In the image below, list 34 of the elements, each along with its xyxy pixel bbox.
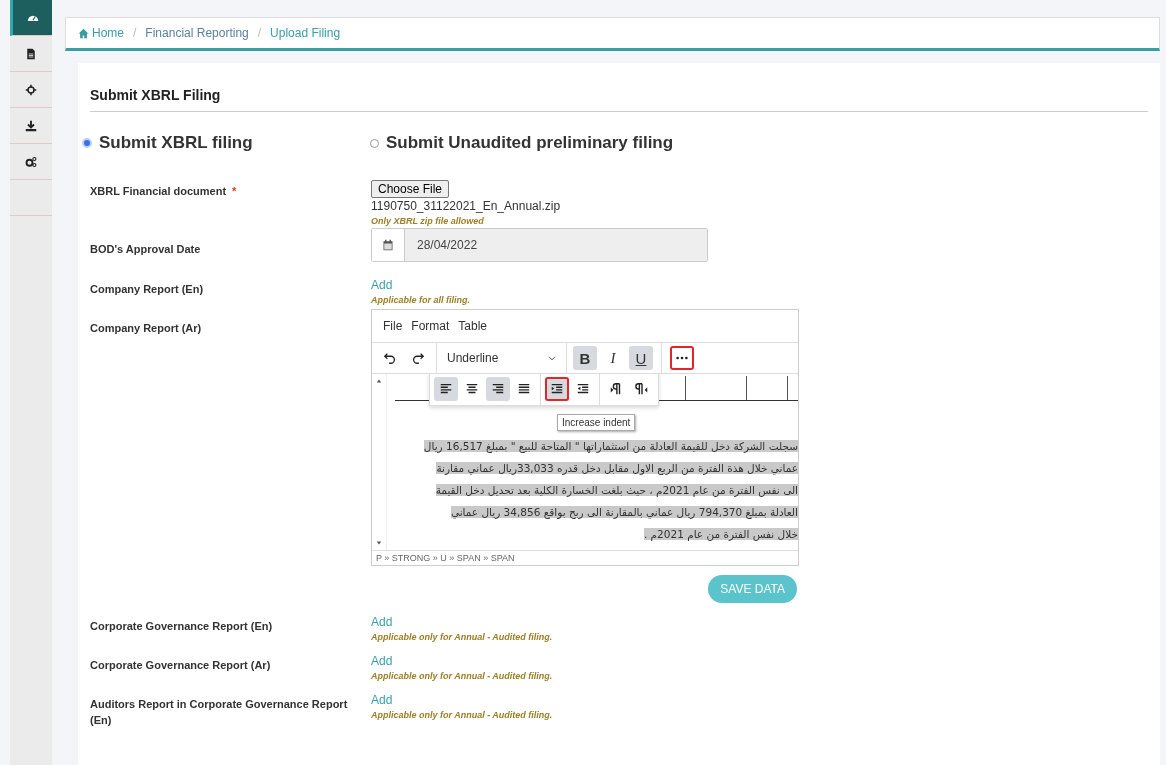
toolbar-button[interactable]: U	[629, 346, 653, 370]
required-mark: *	[232, 185, 237, 197]
editor-text: سجلت الشركة دخل للقيمة العادلة من استثماراتها " المتاحة للبيع " بمبلغ 16,517 ريال عماني خلال هذة الفترة من الربع الاول مقابل دخل قدره 33,033ريال عماني مقارنة الى نفس الفترة من عام 2021م ، حيث بلغت الخسارة الكلية بعد تحديل دخل القيمة العادلة بمبلغ 794,370 ريال عماني بالمقارنة الى ربح بواقع 34,856 ريال عماني خلال نفس الفترة من عام 2021م .	[422, 439, 798, 543]
field-label: BOD's Approval Date	[90, 243, 201, 255]
field-label: Auditors Report in Corporate Governance Report (En)	[90, 698, 348, 726]
breadcrumb-link[interactable]: Financial Reporting	[145, 26, 249, 40]
field-label: Corporate Governance Report (En)	[90, 620, 273, 632]
field-label: Corporate Governance Report (Ar)	[90, 659, 271, 671]
menu-item[interactable]: Format	[411, 319, 450, 333]
field-label: Company Report (En)	[90, 283, 204, 295]
date-field[interactable]: 28/04/2022	[371, 228, 708, 262]
hint-text: Applicable for all filing.	[371, 295, 470, 305]
section-title: Submit XBRL Filing	[90, 87, 1148, 112]
element-path: P » STRONG » U » SPAN » SPAN	[372, 550, 798, 565]
field-label: XBRL Financial document	[90, 185, 227, 197]
hint-text: Applicable only for Annual - Audited filing.	[371, 632, 553, 642]
menu-item[interactable]: Table	[458, 319, 488, 333]
hint-text: Applicable only for Annual - Audited filing.	[371, 710, 553, 720]
field-label: Company Report (Ar)	[90, 322, 202, 334]
hint-text: Applicable only for Annual - Audited filing.	[371, 671, 553, 681]
toolbar-button[interactable]: I	[601, 346, 625, 370]
format-dropdown[interactable]: Underline	[443, 351, 560, 365]
toolbar-button[interactable]: B	[573, 346, 597, 370]
hint-text: Only XBRL zip file allowed	[371, 216, 484, 226]
dropdown-value: Underline	[447, 351, 499, 365]
menu-item[interactable]: File	[383, 319, 403, 333]
breadcrumb-separator: /	[257, 26, 262, 40]
breadcrumb-separator: /	[133, 26, 137, 40]
radio-label: Submit XBRL filing	[99, 133, 253, 153]
radio-option[interactable]: Submit XBRL filing	[82, 133, 370, 153]
file-name: 1190750_31122021_En_Annual.zip	[371, 199, 561, 213]
date-value: 28/04/2022	[405, 229, 707, 261]
tooltip: Increase indent	[557, 414, 636, 431]
choose-file-button[interactable]: Choose File	[371, 180, 450, 198]
